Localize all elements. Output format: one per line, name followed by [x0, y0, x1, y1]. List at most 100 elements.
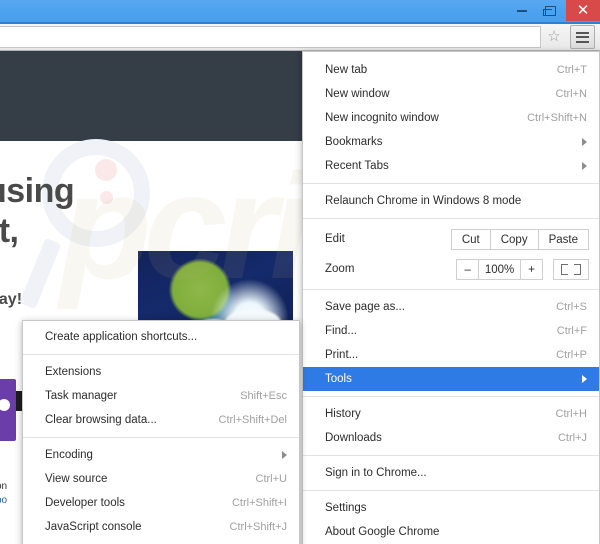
menu-item-label: Downloads — [325, 432, 382, 444]
menu-separator — [303, 218, 599, 219]
zoom-button-group: – 100% + — [456, 258, 543, 280]
menu-item-label: Developer tools — [45, 497, 125, 509]
chrome-menu-button[interactable] — [570, 25, 595, 49]
menu-item-label: Tools — [325, 373, 352, 385]
menu-row-edit: Edit Cut Copy Paste — [303, 224, 599, 254]
menu-item-clear-browsing-data[interactable]: Clear browsing data... Ctrl+Shift+Del — [23, 408, 299, 432]
zoom-row-label: Zoom — [325, 263, 355, 275]
menu-item-label: Find... — [325, 325, 357, 337]
menu-item-label: New window — [325, 88, 390, 100]
menu-item-accelerator: Ctrl+N — [555, 88, 587, 100]
cut-button[interactable]: Cut — [450, 228, 491, 250]
menu-item-label: JavaScript console — [45, 521, 142, 533]
hamburger-line — [576, 36, 589, 38]
chevron-right-icon — [282, 451, 287, 459]
menu-item-about-google-chrome[interactable]: About Google Chrome — [303, 520, 599, 544]
menu-item-accelerator: Ctrl+Shift+N — [527, 112, 587, 124]
page-tiny-link-b[interactable]: bo — [0, 495, 7, 506]
menu-item-encoding[interactable]: Encoding — [23, 443, 299, 467]
page-headline: using rt, — [0, 171, 75, 251]
menu-item-label: Encoding — [45, 449, 93, 461]
page-header-band — [0, 51, 320, 141]
menu-item-label: New incognito window — [325, 112, 439, 124]
page-headline-line1: using — [0, 172, 75, 210]
close-icon: ✕ — [576, 2, 590, 19]
menu-item-print[interactable]: Print... Ctrl+P — [303, 343, 599, 367]
restore-icon — [542, 5, 556, 16]
page-tiny-text-a: on — [0, 481, 8, 492]
menu-item-history[interactable]: History Ctrl+H — [303, 402, 599, 426]
menu-item-label: Clear browsing data... — [45, 414, 157, 426]
zoom-out-button[interactable]: – — [456, 258, 479, 280]
menu-item-label: Settings — [325, 502, 367, 514]
menu-item-view-source[interactable]: View source Ctrl+U — [23, 467, 299, 491]
menu-item-new-incognito-window[interactable]: New incognito window Ctrl+Shift+N — [303, 106, 599, 130]
menu-item-label: Sign in to Chrome... — [325, 467, 427, 479]
magnifier-dot-large — [95, 159, 117, 181]
hamburger-line — [576, 31, 589, 34]
menu-item-bookmarks[interactable]: Bookmarks — [303, 130, 599, 154]
menu-item-label: Bookmarks — [325, 136, 383, 148]
menu-item-downloads[interactable]: Downloads Ctrl+J — [303, 426, 599, 450]
menu-item-sign-in-to-chrome[interactable]: Sign in to Chrome... — [303, 461, 599, 485]
menu-item-find[interactable]: Find... Ctrl+F — [303, 319, 599, 343]
maximize-button[interactable] — [536, 0, 564, 21]
menu-item-new-tab[interactable]: New tab Ctrl+T — [303, 58, 599, 82]
menu-item-label: Save page as... — [325, 301, 405, 313]
zoom-in-button[interactable]: + — [520, 258, 543, 280]
tools-submenu: Create application shortcuts... Extensio… — [22, 320, 300, 544]
menu-item-inspect-devices[interactable]: Inspect devices — [23, 539, 299, 544]
menu-item-label: About Google Chrome — [325, 526, 440, 538]
menu-item-accelerator: Ctrl+Shift+J — [229, 521, 287, 533]
menu-item-label: Print... — [325, 349, 359, 361]
menu-item-label: History — [325, 408, 361, 420]
menu-item-relaunch-windows8-mode[interactable]: Relaunch Chrome in Windows 8 mode — [303, 189, 599, 213]
menu-item-save-page-as[interactable]: Save page as... Ctrl+S — [303, 295, 599, 319]
menu-item-accelerator: Ctrl+Shift+I — [231, 497, 287, 509]
menu-separator — [23, 437, 299, 438]
bookmark-star-icon[interactable]: ☆ — [545, 28, 563, 46]
chevron-right-icon — [582, 375, 587, 383]
edit-button-group: Cut Copy Paste — [450, 228, 589, 250]
menu-item-label: Relaunch Chrome in Windows 8 mode — [325, 195, 522, 207]
menu-item-extensions[interactable]: Extensions — [23, 360, 299, 384]
menu-item-accelerator: Ctrl+P — [556, 349, 587, 361]
menu-item-accelerator: Ctrl+J — [557, 432, 587, 444]
fullscreen-button[interactable] — [553, 258, 589, 280]
menu-separator — [303, 183, 599, 184]
menu-item-javascript-console[interactable]: JavaScript console Ctrl+Shift+J — [23, 515, 299, 539]
close-button[interactable]: ✕ — [566, 0, 600, 21]
menu-item-accelerator: Ctrl+T — [556, 64, 587, 76]
menu-item-accelerator: Shift+Esc — [240, 390, 287, 402]
chrome-main-menu: New tab Ctrl+T New window Ctrl+N New inc… — [302, 51, 600, 544]
minimize-button[interactable] — [508, 0, 536, 21]
menu-row-zoom: Zoom – 100% + — [303, 254, 599, 284]
fullscreen-icon — [561, 267, 568, 275]
menu-item-accelerator: Ctrl+Shift+Del — [218, 414, 287, 426]
chevron-right-icon — [582, 138, 587, 146]
menu-separator — [23, 354, 299, 355]
menu-item-developer-tools[interactable]: Developer tools Ctrl+Shift+I — [23, 491, 299, 515]
hamburger-line — [576, 40, 589, 43]
menu-item-label: Task manager — [45, 390, 118, 402]
page-headline-line2: rt, — [0, 212, 19, 251]
menu-item-task-manager[interactable]: Task manager Shift+Esc — [23, 384, 299, 408]
menu-item-accelerator: Ctrl+S — [556, 301, 587, 313]
address-bar[interactable] — [0, 26, 541, 48]
page-subline: vay! — [0, 291, 23, 308]
fullscreen-icon — [574, 267, 581, 275]
menu-separator — [303, 396, 599, 397]
copy-button[interactable]: Copy — [489, 228, 539, 250]
menu-item-settings[interactable]: Settings — [303, 496, 599, 520]
menu-item-recent-tabs[interactable]: Recent Tabs — [303, 154, 599, 178]
menu-item-create-application-shortcuts[interactable]: Create application shortcuts... — [23, 325, 299, 349]
menu-item-label: New tab — [325, 64, 368, 76]
edit-row-label: Edit — [325, 233, 345, 245]
menu-item-new-window[interactable]: New window Ctrl+N — [303, 82, 599, 106]
menu-separator — [303, 490, 599, 491]
menu-item-tools[interactable]: Tools — [303, 367, 599, 391]
minimize-icon — [517, 9, 527, 12]
paste-button[interactable]: Paste — [537, 228, 589, 250]
menu-item-label: View source — [45, 473, 108, 485]
browser-window: ✕ ☆ using rt, vay! Z on bo — [0, 0, 600, 544]
